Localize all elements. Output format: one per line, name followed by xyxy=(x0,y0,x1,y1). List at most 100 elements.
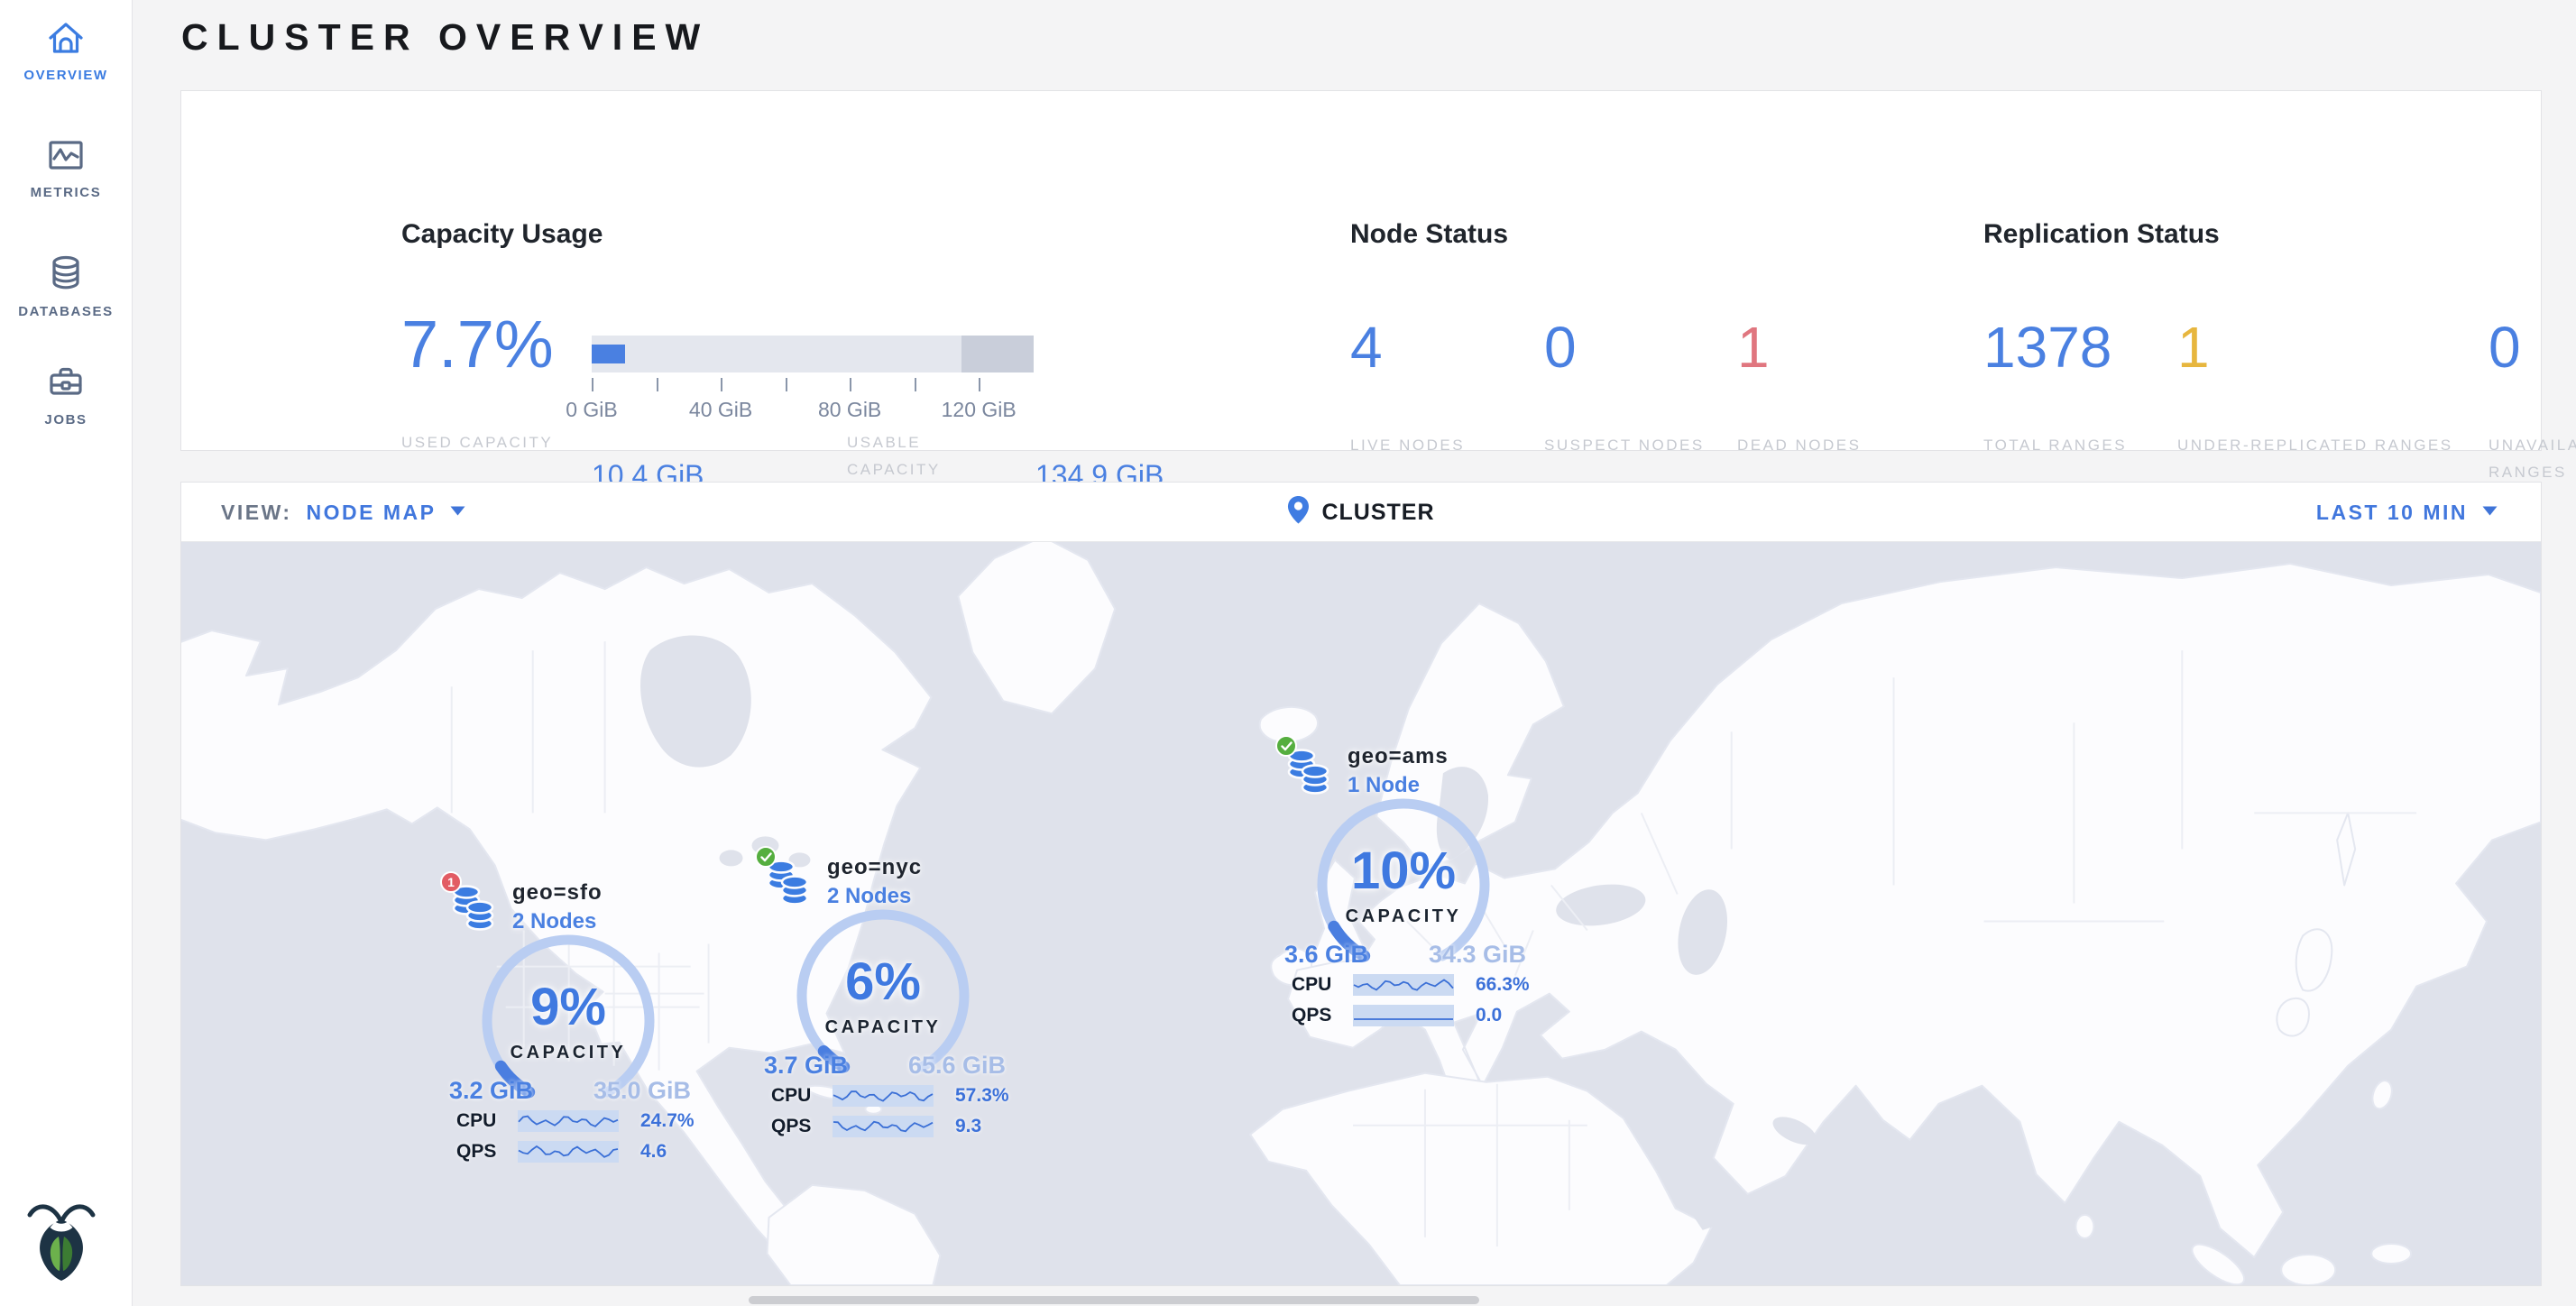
locality-name: geo=sfo xyxy=(512,880,603,906)
unavailable-ranges-value: 0 xyxy=(2489,318,2576,376)
capacity-axis-tick-label: 80 GiB xyxy=(818,398,881,422)
dead-node-badge: 1 xyxy=(440,871,462,893)
time-range-selector[interactable]: LAST 10 MIN xyxy=(2316,483,2498,542)
total-capacity: 35.0 GiB xyxy=(593,1077,691,1105)
sidebar: OVERVIEW METRICS DATABASES xyxy=(0,0,133,1306)
qps-sparkline xyxy=(833,1116,934,1137)
metrics-icon xyxy=(45,135,87,175)
jobs-icon xyxy=(45,361,87,402)
node-status-title: Node Status xyxy=(1350,219,1508,250)
sidebar-item-label: JOBS xyxy=(44,412,87,428)
gauge-percent: 10% xyxy=(1295,845,1512,897)
replication-status-title: Replication Status xyxy=(1983,219,2220,250)
node-marker-geo-nyc[interactable]: geo=nyc 2 Nodes 6% CAPACITY 3.7 GiB 65.6… xyxy=(755,846,1018,1145)
map-breadcrumb: CLUSTER xyxy=(1287,483,1434,542)
capacity-usage-title: Capacity Usage xyxy=(401,219,603,250)
live-nodes-label: LIVE NODES xyxy=(1350,432,1549,459)
locality-name: geo=ams xyxy=(1348,744,1449,769)
qps-label: QPS xyxy=(1292,1005,1353,1026)
sidebar-item-label: METRICS xyxy=(31,185,102,200)
capacity-bar xyxy=(592,336,1034,372)
view-selector[interactable]: VIEW: NODE MAP xyxy=(221,483,465,542)
gauge-percent: 6% xyxy=(775,956,991,1008)
gauge-caption: CAPACITY xyxy=(460,1043,676,1063)
page-title: CLUSTER OVERVIEW xyxy=(181,16,709,59)
suspect-nodes-stat: 0 SUSPECT NODES xyxy=(1544,318,1743,459)
qps-label: QPS xyxy=(771,1116,833,1137)
chevron-down-icon xyxy=(450,504,465,520)
cpu-sparkline xyxy=(518,1110,619,1132)
locality-name: geo=nyc xyxy=(827,855,922,880)
capacity-axis-tick xyxy=(915,378,916,391)
sidebar-item-label: OVERVIEW xyxy=(23,68,107,83)
cpu-sparkline xyxy=(1353,974,1454,996)
capacity-axis-tick xyxy=(592,378,593,391)
live-nodes-stat: 4 LIVE NODES xyxy=(1350,318,1549,459)
capacity-axis-tick xyxy=(850,378,851,391)
capacity-axis-tick xyxy=(657,378,658,391)
total-capacity: 34.3 GiB xyxy=(1429,941,1526,969)
database-stack-icon xyxy=(451,885,496,936)
total-ranges-label: TOTAL RANGES xyxy=(1983,432,2182,459)
total-capacity: 65.6 GiB xyxy=(908,1052,1006,1080)
dead-nodes-stat: 1 DEAD NODES xyxy=(1737,318,1936,459)
dead-nodes-label: DEAD NODES xyxy=(1737,432,1936,459)
capacity-used-percent: 7.7% xyxy=(401,311,554,378)
gauge-caption: CAPACITY xyxy=(775,1017,991,1038)
healthy-check-icon xyxy=(1275,735,1297,757)
cpu-label: CPU xyxy=(771,1085,833,1107)
qps-label: QPS xyxy=(456,1141,518,1163)
view-label: VIEW: xyxy=(221,501,292,525)
capacity-bar-fill xyxy=(592,345,625,363)
under-replicated-ranges-value: 1 xyxy=(2177,318,2475,376)
capacity-axis-tick xyxy=(786,378,787,391)
cpu-value: 57.3% xyxy=(955,1085,1009,1107)
under-replicated-ranges-label: UNDER-REPLICATED RANGES xyxy=(2177,432,2475,459)
gauge-caption: CAPACITY xyxy=(1295,906,1512,927)
node-map-card: VIEW: NODE MAP CLUSTER LAST 10 MIN xyxy=(180,482,2542,1286)
cpu-label: CPU xyxy=(456,1110,518,1132)
map-header: VIEW: NODE MAP CLUSTER LAST 10 MIN xyxy=(181,483,2541,542)
sidebar-item-jobs[interactable]: JOBS xyxy=(0,361,132,428)
qps-value: 0.0 xyxy=(1476,1005,1502,1026)
qps-value: 4.6 xyxy=(640,1141,667,1163)
cluster-summary-card: Capacity Usage Node Status Replication S… xyxy=(180,90,2542,451)
node-marker-geo-sfo[interactable]: 1 geo=sfo 2 Nodes 9% C xyxy=(440,871,704,1171)
suspect-nodes-label: SUSPECT NODES xyxy=(1544,432,1743,459)
capacity-axis-tick-label: 0 GiB xyxy=(566,398,618,422)
view-value: NODE MAP xyxy=(307,501,437,525)
cockroachdb-logo xyxy=(22,1198,101,1287)
capacity-axis-tick xyxy=(721,378,722,391)
capacity-axis-tick-label: 40 GiB xyxy=(689,398,752,422)
database-stack-icon xyxy=(1286,749,1331,800)
sidebar-item-overview[interactable]: OVERVIEW xyxy=(0,18,132,83)
world-map[interactable]: 1 geo=sfo 2 Nodes 9% C xyxy=(181,542,2541,1285)
node-marker-geo-ams[interactable]: geo=ams 1 Node 10% CAPACITY 3.6 GiB 34.3… xyxy=(1275,735,1539,1035)
databases-icon xyxy=(45,253,87,294)
used-capacity-label: USED CAPACITY xyxy=(401,429,573,456)
cpu-value: 24.7% xyxy=(640,1110,695,1132)
sidebar-item-metrics[interactable]: METRICS xyxy=(0,135,132,200)
unavailable-ranges-stat: 0 UNAVAILABLE RANGES xyxy=(2489,318,2576,486)
total-ranges-value: 1378 xyxy=(1983,318,2182,376)
gauge-percent: 9% xyxy=(460,981,676,1034)
live-nodes-value: 4 xyxy=(1350,318,1549,376)
cpu-sparkline xyxy=(833,1085,934,1107)
cpu-value: 66.3% xyxy=(1476,974,1530,996)
time-range-value: LAST 10 MIN xyxy=(2316,501,2468,525)
suspect-nodes-value: 0 xyxy=(1544,318,1743,376)
used-capacity: 3.6 GiB xyxy=(1284,941,1368,969)
sidebar-item-label: DATABASES xyxy=(18,304,114,319)
capacity-bar-reserved-segment xyxy=(961,336,1034,372)
capacity-bar-axis: 0 GiB40 GiB80 GiB120 GiB xyxy=(592,378,1034,432)
capacity-axis-tick xyxy=(979,378,980,391)
map-pin-icon xyxy=(1287,496,1309,529)
qps-value: 9.3 xyxy=(955,1116,981,1137)
total-ranges-stat: 1378 TOTAL RANGES xyxy=(1983,318,2182,459)
capacity-axis-tick-label: 120 GiB xyxy=(942,398,1017,422)
sidebar-item-databases[interactable]: DATABASES xyxy=(0,253,132,319)
database-stack-icon xyxy=(766,860,811,911)
cpu-label: CPU xyxy=(1292,974,1353,996)
horizontal-scrollbar[interactable] xyxy=(749,1296,1479,1304)
under-replicated-ranges-stat: 1 UNDER-REPLICATED RANGES xyxy=(2177,318,2475,459)
